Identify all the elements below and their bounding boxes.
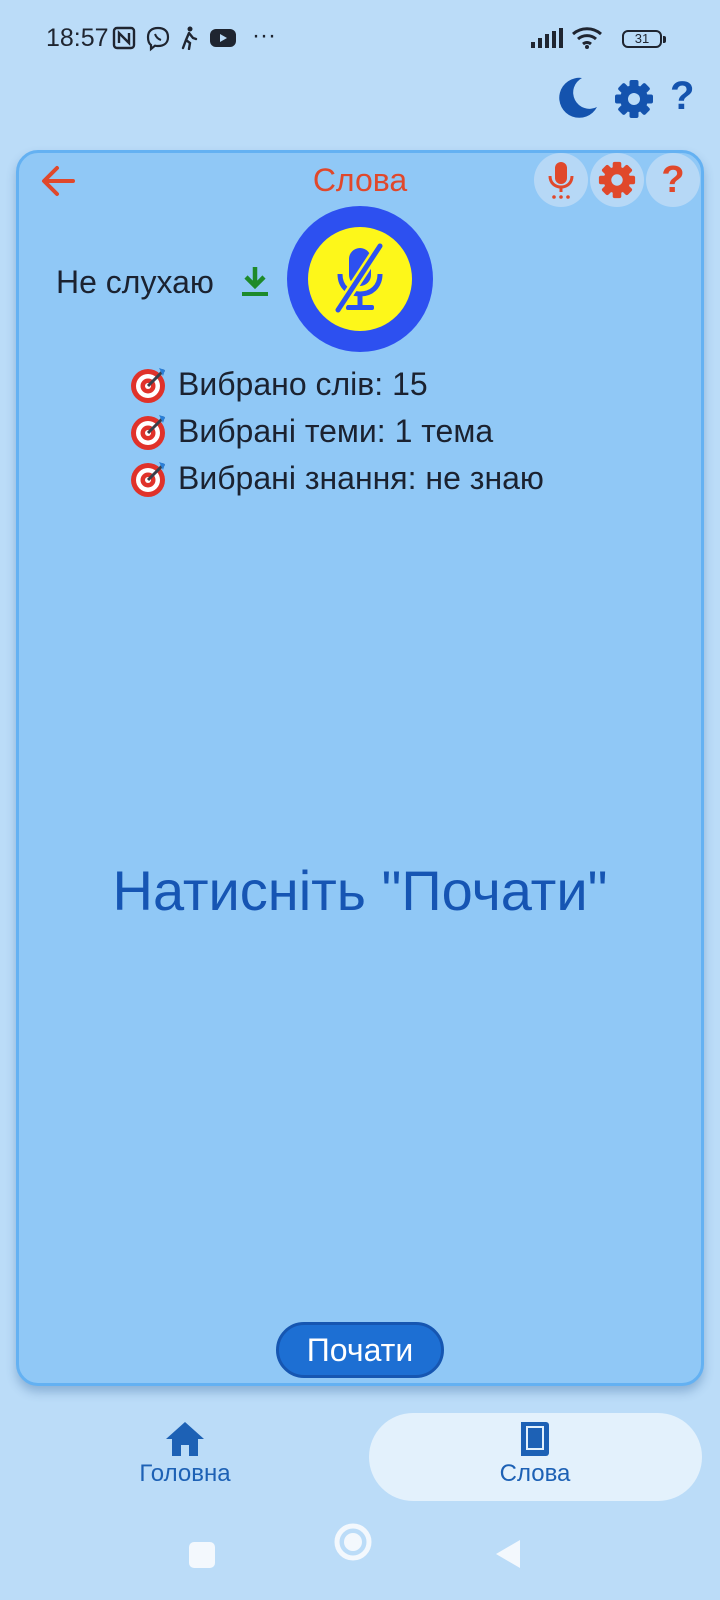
microphone-button[interactable] xyxy=(534,153,588,207)
target-icon xyxy=(131,415,166,450)
youtube-icon xyxy=(209,26,237,50)
mic-toggle-inner xyxy=(308,227,412,331)
start-button[interactable]: Почати xyxy=(276,1322,444,1378)
nfc-icon xyxy=(112,26,136,50)
more-notifications-icon: ··· xyxy=(252,22,276,49)
nav-label-home: Головна xyxy=(139,1460,231,1487)
help-icon[interactable]: ? xyxy=(670,74,694,119)
moon-icon[interactable] xyxy=(554,75,600,121)
stat-label: Вибрано слів: 15 xyxy=(178,365,428,402)
status-time: 18:57 xyxy=(46,24,109,52)
microphone-off-icon xyxy=(333,243,385,313)
target-icon xyxy=(131,368,166,403)
help-icon: ? xyxy=(661,158,685,201)
gear-icon xyxy=(598,161,636,199)
stat-label: Вибрані теми: 1 тема xyxy=(178,412,494,449)
card-settings-button[interactable] xyxy=(590,153,644,207)
viber-icon xyxy=(145,26,171,52)
walking-icon xyxy=(180,26,198,50)
stat-topics-selected: Вибрані теми: 1 тема xyxy=(128,411,493,451)
home-system-button[interactable] xyxy=(334,1523,372,1561)
nav-item-home[interactable]: Головна xyxy=(120,1420,250,1488)
target-icon xyxy=(131,462,166,497)
microphone-icon xyxy=(548,162,574,199)
start-hint-text: Натисніть "Почати" xyxy=(112,859,608,922)
card-help-button[interactable]: ? xyxy=(646,153,700,207)
mic-toggle-button[interactable] xyxy=(287,206,433,352)
home-icon xyxy=(166,1422,204,1456)
stat-knowledge-selected: Вибрані знання: не знаю xyxy=(128,458,544,498)
back-system-button[interactable] xyxy=(494,1538,522,1570)
stat-words-selected: Вибрано слів: 15 xyxy=(128,364,428,404)
recent-apps-button[interactable] xyxy=(189,1542,215,1568)
nav-item-words[interactable]: Слова xyxy=(470,1420,600,1488)
gear-icon[interactable] xyxy=(613,78,655,120)
signal-icon xyxy=(531,28,563,48)
download-icon[interactable] xyxy=(241,265,269,297)
listening-status-label: Не слухаю xyxy=(56,264,214,300)
nav-label-words: Слова xyxy=(499,1460,571,1487)
wifi-icon xyxy=(571,26,603,50)
stat-label: Вибрані знання: не знаю xyxy=(178,459,544,496)
battery-indicator: 31 xyxy=(622,30,666,48)
book-icon xyxy=(521,1422,549,1456)
